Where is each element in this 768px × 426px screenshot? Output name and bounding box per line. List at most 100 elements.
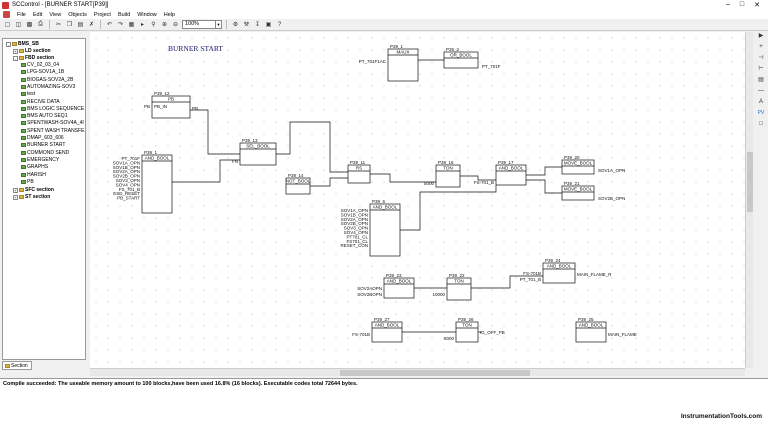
block-tool-icon[interactable]: ▤ xyxy=(757,76,766,85)
help-icon[interactable]: ? xyxy=(275,20,284,29)
redo-icon[interactable]: ↷ xyxy=(116,20,125,29)
zoom-select[interactable]: 100% ▼ xyxy=(182,20,222,29)
tree-item-label: COMMOND SEND xyxy=(27,149,70,156)
tree-item[interactable]: BMS LOGIC SEQUENCE xyxy=(21,106,84,112)
menu-help[interactable]: Help xyxy=(164,12,175,18)
menu-window[interactable]: Window xyxy=(137,12,157,18)
program-icon xyxy=(21,92,26,97)
tree-item[interactable]: COMMOND SEND xyxy=(21,150,69,156)
cut-icon[interactable]: ✂ xyxy=(54,20,63,29)
tree-item[interactable]: LPG-SOV1A_1B xyxy=(21,69,64,75)
open-icon[interactable]: ◫ xyxy=(14,20,23,29)
tree-item[interactable]: PB xyxy=(21,179,34,185)
menu-project[interactable]: Project xyxy=(94,12,111,18)
minimize-button[interactable]: – xyxy=(726,1,730,9)
zoom-out-icon[interactable]: ⊖ xyxy=(171,20,180,29)
close-button[interactable]: ✕ xyxy=(754,1,760,9)
fbd-diagram[interactable]: BURNER START P39_1MAUXP39_2OR_BOOLP39_12… xyxy=(90,32,745,368)
tree-item[interactable]: BMS AUTO SEQ1 xyxy=(21,113,67,119)
connect-tool-icon[interactable]: + xyxy=(757,43,766,52)
expand-icon[interactable]: + xyxy=(13,194,18,200)
compile-message: Compile succeeded: The useable memory am… xyxy=(3,381,358,387)
tree-item[interactable]: EMERGENCY xyxy=(21,157,59,163)
horizontal-scrollbar[interactable] xyxy=(90,368,745,376)
menu-build[interactable]: Build xyxy=(118,12,130,18)
undo-icon[interactable]: ↶ xyxy=(105,20,114,29)
output-tool-icon[interactable]: ⊢ xyxy=(757,65,766,74)
tree-item[interactable]: SPENT WASH TRANSFE xyxy=(21,128,84,134)
tree-item[interactable]: test xyxy=(21,91,35,97)
tree-item-label: PB xyxy=(27,178,34,185)
fbd-block[interactable] xyxy=(369,203,401,257)
new-icon[interactable]: ▢ xyxy=(3,20,12,29)
toolbar-separator xyxy=(226,20,227,29)
tree-fbd-section[interactable]: - FBD section xyxy=(13,55,54,61)
select-tool-icon[interactable]: ▶ xyxy=(757,32,766,41)
input-tool-icon[interactable]: ⊣ xyxy=(757,54,766,63)
block-type: AND_BOOL xyxy=(145,156,170,161)
tree-item[interactable]: CV_02_03_04 xyxy=(21,62,59,68)
copy-icon[interactable]: ❐ xyxy=(65,20,74,29)
block-id: P39_16 xyxy=(438,160,454,165)
collapse-icon[interactable]: - xyxy=(6,41,11,47)
delete-icon[interactable]: ✗ xyxy=(87,20,96,29)
download-icon[interactable]: ↧ xyxy=(253,20,262,29)
program-icon xyxy=(21,114,26,119)
chevron-down-icon[interactable]: ▼ xyxy=(215,21,221,28)
save-icon[interactable]: ▩ xyxy=(25,20,34,29)
menu-edit[interactable]: Edit xyxy=(33,12,42,18)
tab-section[interactable]: Section xyxy=(2,361,32,370)
tree-item[interactable]: BURNER START xyxy=(21,142,65,148)
build-icon[interactable]: ⚒ xyxy=(242,20,251,29)
pointer-icon[interactable]: ▸ xyxy=(138,20,147,29)
expand-icon[interactable]: + xyxy=(13,48,18,54)
collapse-icon[interactable]: - xyxy=(13,55,18,61)
scroll-thumb[interactable] xyxy=(747,152,753,212)
zoom-in-icon[interactable]: ⊕ xyxy=(160,20,169,29)
tree-st-section[interactable]: + ST section xyxy=(13,194,50,200)
compile-icon[interactable]: ⚙ xyxy=(231,20,240,29)
menu-file[interactable]: File xyxy=(17,12,26,18)
scroll-thumb[interactable] xyxy=(340,370,530,376)
comment-tool-icon[interactable]: □ xyxy=(757,120,766,129)
tree-item[interactable]: GRAPHS xyxy=(21,164,48,170)
folder-icon xyxy=(19,49,24,53)
tree-item[interactable]: HARISH xyxy=(21,172,46,178)
tree-item-label: BMS LOGIC SEQUENCE xyxy=(27,105,85,112)
block-id: P39_27 xyxy=(374,317,390,322)
app-icon xyxy=(2,1,9,9)
fbd-canvas[interactable]: BURNER START P39_1 MAUX P39_2 OR_BOOL P39_12… xyxy=(90,32,745,368)
menu-objects[interactable]: Objects xyxy=(68,12,87,18)
folder-icon xyxy=(19,188,24,192)
project-tree[interactable]: - BMS_SB + LD section - FBD section CV_0… xyxy=(2,38,86,360)
menu-view[interactable]: View xyxy=(49,12,61,18)
paste-icon[interactable]: ▤ xyxy=(76,20,85,29)
tree-item[interactable]: SPENTWASH-SOV4A_4I xyxy=(21,120,84,126)
grid-icon[interactable]: ▦ xyxy=(127,20,136,29)
program-icon xyxy=(21,136,26,140)
program-icon xyxy=(21,179,26,184)
tree-sfc-section[interactable]: + SFC section xyxy=(13,187,54,193)
block-type: AND_BOOL xyxy=(387,279,412,284)
block-type: PB xyxy=(168,97,174,102)
document-icon[interactable] xyxy=(3,11,10,18)
print-icon[interactable]: ⎙ xyxy=(36,20,45,29)
tree-item[interactable]: RECIVE DATA xyxy=(21,99,60,105)
variable-tool-icon[interactable]: PV xyxy=(757,109,766,118)
tree-item[interactable]: AUTOMAZING-SOV3 xyxy=(21,84,75,90)
tree-root[interactable]: - BMS_SB xyxy=(6,41,39,47)
tree-ld-section[interactable]: + LD section xyxy=(13,48,51,54)
fbd-block[interactable] xyxy=(141,154,173,214)
tree-item[interactable]: DMAP_603_606 xyxy=(21,135,64,141)
expand-icon[interactable]: + xyxy=(13,187,18,193)
maximize-button[interactable]: □ xyxy=(740,1,744,9)
line-tool-icon[interactable]: — xyxy=(757,87,766,96)
tree-item[interactable]: BIOGAS-SOV2A_2B xyxy=(21,77,73,83)
title-bar: SCControl - [BURNER START[P39]] – □ ✕ xyxy=(0,0,768,10)
text-tool-icon[interactable]: A xyxy=(757,98,766,107)
monitor-icon[interactable]: ▣ xyxy=(264,20,273,29)
vertical-scrollbar[interactable] xyxy=(745,32,753,368)
block-id: P39_26 xyxy=(458,317,474,322)
find-icon[interactable]: ⚲ xyxy=(149,20,158,29)
signal-label: IG_OFF_PB xyxy=(480,330,505,335)
